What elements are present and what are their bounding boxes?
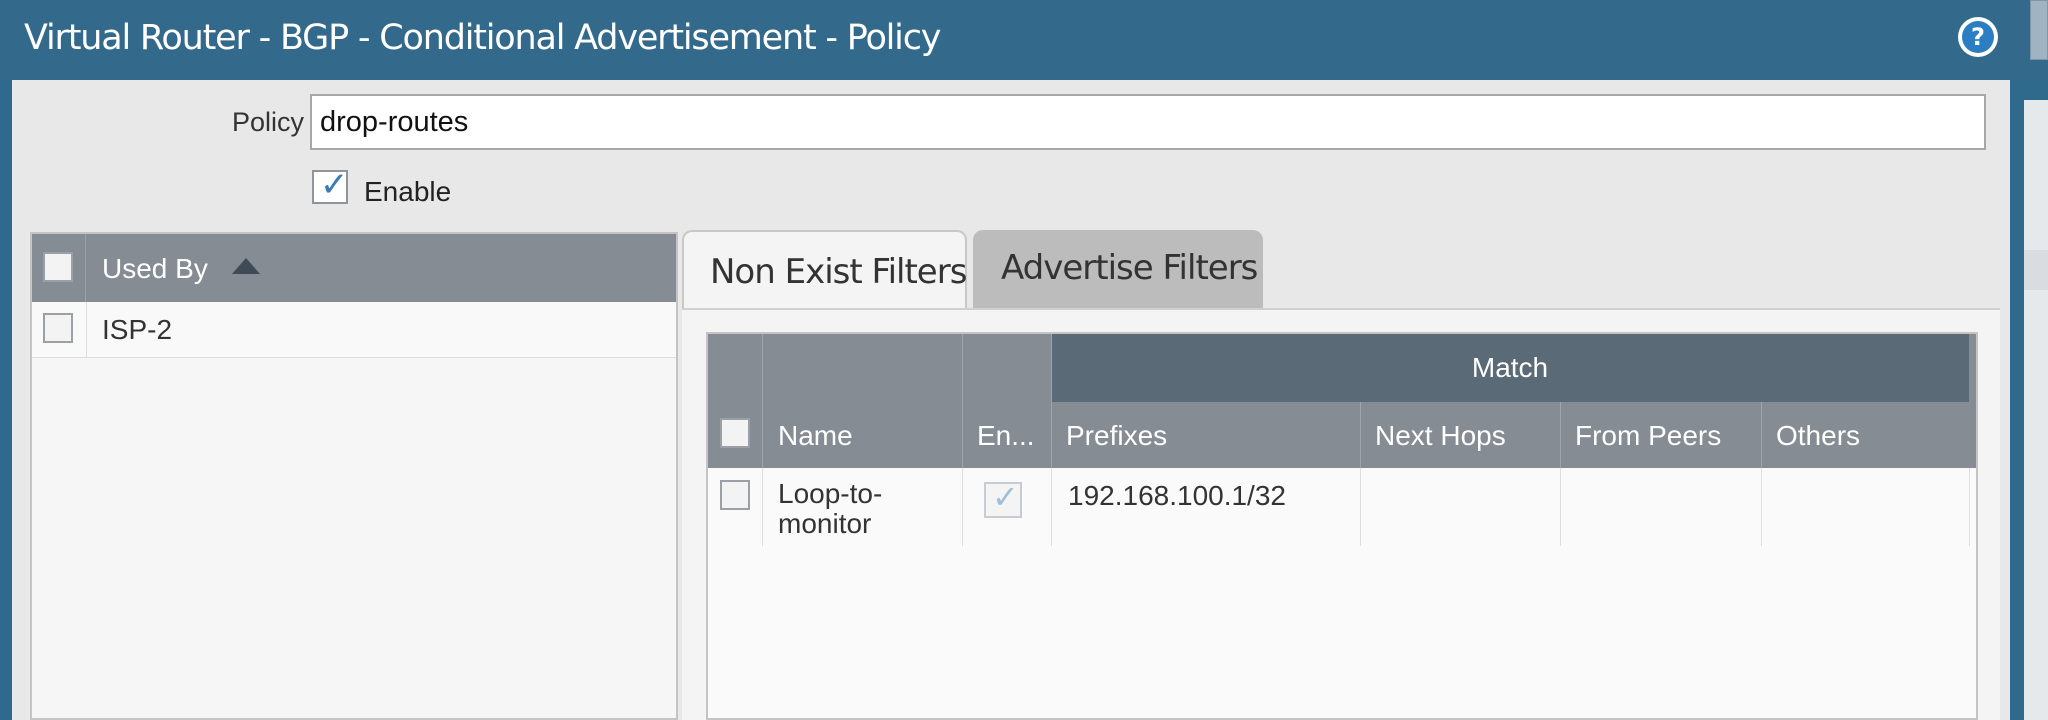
cell-divider	[1360, 468, 1361, 546]
filter-name-line1: Loop-to-	[778, 478, 883, 509]
cell-divider	[1560, 468, 1561, 546]
filters-grid: Match Name En... Prefixes Next Hops From…	[706, 332, 1978, 720]
background-window-panel	[2024, 100, 2048, 720]
select-all-cell	[32, 234, 86, 302]
table-row[interactable]: ISP-2	[32, 302, 676, 358]
column-group-match: Match	[1051, 334, 1969, 402]
column-header-from-peers[interactable]: From Peers	[1575, 420, 1721, 452]
sort-ascending-icon[interactable]	[232, 258, 260, 274]
column-divider	[762, 334, 763, 468]
tab-non-exist-filters[interactable]: Non Exist Filters	[682, 230, 967, 310]
cell-divider	[1051, 468, 1052, 546]
row-checkbox[interactable]	[720, 480, 750, 510]
column-divider	[1051, 334, 1052, 468]
cell-divider	[762, 468, 763, 546]
tab-label: Non Exist Filters	[710, 252, 967, 292]
enable-checkbox[interactable]: ✓	[312, 165, 349, 205]
checkmark-icon: ✓	[992, 478, 1019, 516]
cell-divider	[86, 302, 87, 358]
column-header-used-by[interactable]: Used By	[102, 253, 208, 285]
column-divider	[1360, 402, 1361, 468]
background-window-divider	[2024, 250, 2048, 290]
cell-divider	[962, 468, 963, 546]
help-icon[interactable]: ?	[1958, 17, 1998, 57]
tab-advertise-filters[interactable]: Advertise Filters	[973, 230, 1263, 308]
checkmark-icon: ✓	[320, 165, 349, 205]
used-by-header: Used By	[32, 234, 676, 302]
filter-name-line2: monitor	[778, 508, 872, 539]
filter-prefixes: 192.168.100.1/32	[1068, 480, 1286, 511]
filter-enabled-checkbox: ✓	[984, 478, 1022, 518]
column-header-name[interactable]: Name	[778, 420, 853, 452]
dialog-titlebar: Virtual Router - BGP - Conditional Adver…	[0, 0, 2048, 80]
background-window-edge	[2010, 80, 2048, 720]
column-header-others[interactable]: Others	[1776, 420, 1860, 452]
select-all-checkbox[interactable]	[720, 418, 750, 448]
column-divider	[962, 334, 963, 468]
column-divider	[1560, 402, 1561, 468]
column-divider	[1761, 402, 1762, 468]
column-header-prefixes[interactable]: Prefixes	[1066, 420, 1167, 452]
policy-label: Policy	[232, 107, 305, 137]
cell-divider	[1969, 468, 1970, 546]
select-all-checkbox[interactable]	[43, 252, 73, 282]
cell-divider	[1761, 468, 1762, 546]
policy-name-input[interactable]	[310, 94, 1986, 150]
enable-label: Enable	[364, 176, 452, 207]
row-checkbox[interactable]	[43, 313, 73, 343]
tab-label: Advertise Filters	[1001, 248, 1258, 288]
used-by-grid: Used By ISP-2	[30, 232, 678, 720]
scrollbar-thumb[interactable]	[2030, 0, 2048, 60]
column-header-enabled[interactable]: En...	[977, 420, 1035, 452]
used-by-name: ISP-2	[102, 314, 173, 345]
help-icon-glyph: ?	[1962, 21, 1994, 53]
table-row[interactable]	[708, 468, 1976, 546]
dialog-title: Virtual Router - BGP - Conditional Adver…	[24, 18, 941, 58]
column-header-next-hops[interactable]: Next Hops	[1375, 420, 1506, 452]
policy-dialog: Policy ✓ Enable Used By ISP-2 Non Exist …	[12, 80, 2010, 720]
